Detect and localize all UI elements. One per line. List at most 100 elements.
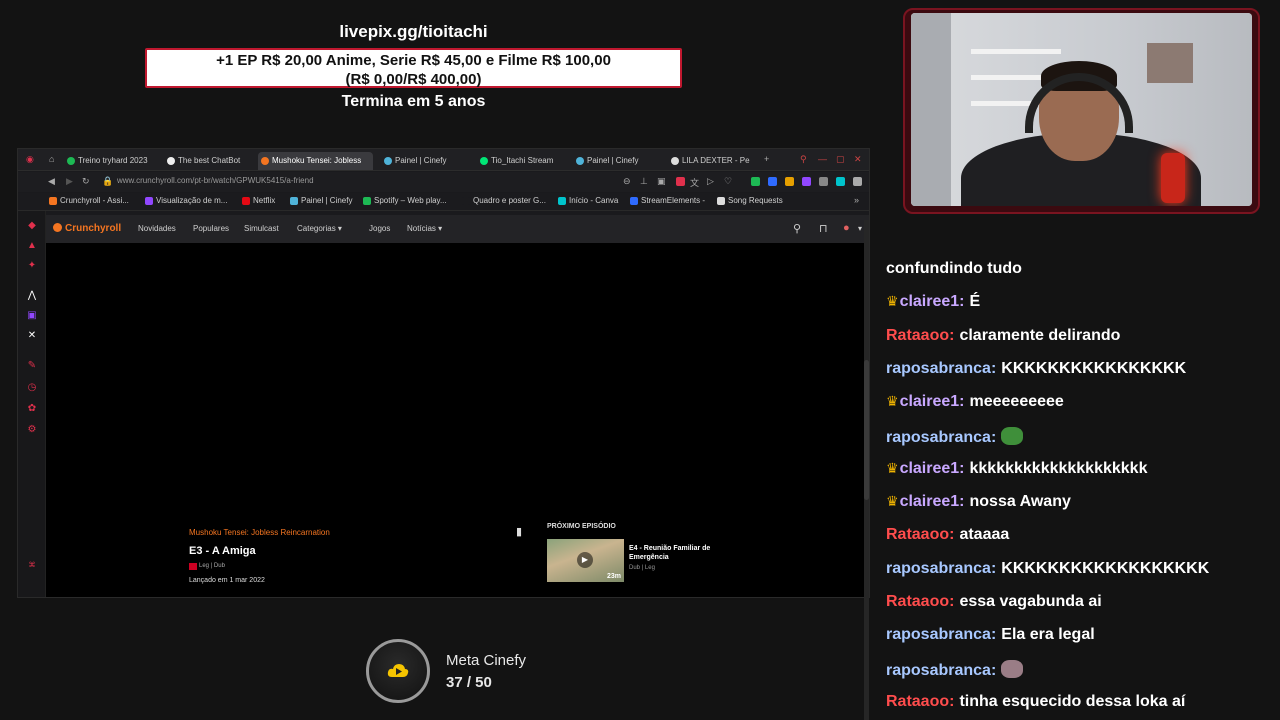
chat-username[interactable]: clairee1: [900, 293, 965, 310]
play-icon[interactable]: ▷ [707, 176, 714, 187]
tab-label: The best ChatBot [178, 156, 241, 165]
minimize-icon[interactable]: — [818, 154, 827, 164]
tab-favicon-icon [671, 157, 679, 165]
extension-icon[interactable] [853, 177, 862, 186]
video-player[interactable] [46, 243, 869, 597]
bookmark-item[interactable]: Song Requests [717, 196, 783, 205]
sidebar-icon[interactable]: ⋀ [27, 291, 37, 301]
clock-icon[interactable]: ◷ [27, 383, 37, 393]
x-icon[interactable]: ✕ [27, 331, 37, 341]
chat-username[interactable]: clairee1: [900, 493, 965, 510]
chat-username[interactable]: clairee1: [900, 393, 965, 410]
chat-username[interactable]: Rataaoo: [886, 526, 954, 543]
next-episode-thumbnail[interactable]: ▶ 23m [547, 539, 624, 582]
chat-username[interactable]: raposabranca: [886, 662, 996, 679]
sidebar-icon[interactable]: ⚙ [27, 425, 37, 435]
watchlist-icon[interactable]: ⊓ [819, 222, 828, 235]
extension-icon[interactable] [836, 177, 845, 186]
bookmark-item[interactable]: Netflix [242, 196, 275, 205]
bookmark-icon[interactable]: ▮ [516, 525, 522, 538]
next-episode-label: PRÓXIMO EPISÓDIO [547, 523, 616, 530]
bookmark-item[interactable]: StreamElements - [630, 196, 705, 205]
chat-message: confundindo tudo [886, 260, 1022, 278]
chat-text: kkkkkkkkkkkkkkkkkkkk [969, 460, 1148, 477]
chat-scrollbar[interactable] [864, 220, 869, 720]
extension-icon[interactable] [768, 177, 777, 186]
sidebar-icon[interactable]: ✎ [27, 361, 37, 371]
nav-noticias[interactable]: Notícias ▾ [407, 224, 442, 233]
pin-icon[interactable]: ⊥ [640, 176, 648, 187]
browser-tab[interactable]: Mushoku Tensei: Jobless [258, 152, 373, 170]
chat-username[interactable]: Rataaoo: [886, 693, 954, 710]
nav-jogos[interactable]: Jogos [369, 224, 390, 233]
next-episode-title[interactable]: E4 - Reunião Familiar de Emergência [629, 544, 729, 562]
bookmark-favicon-icon [242, 197, 250, 205]
sidebar-icon[interactable]: ▲ [27, 241, 37, 251]
bookmark-item[interactable]: Início - Canva [558, 196, 618, 205]
chevron-down-icon[interactable]: ▾ [858, 224, 862, 233]
bookmark-item[interactable]: Quadro e poster G... [462, 196, 546, 205]
crunchyroll-logo[interactable]: Crunchyroll [53, 223, 121, 234]
extension-icon[interactable] [676, 177, 685, 186]
translate-icon[interactable]: 文 [690, 176, 699, 189]
chat-text: ataaaa [959, 526, 1010, 543]
avatar[interactable]: ● [843, 222, 850, 234]
scroll-thumb[interactable] [864, 360, 869, 500]
goal-expiry: Termina em 5 anos [341, 93, 486, 110]
chat-username[interactable]: clairee1: [900, 460, 965, 477]
url-field[interactable]: www.crunchyroll.com/pt-br/watch/GPWUK541… [117, 176, 314, 185]
new-tab-icon[interactable]: + [764, 154, 769, 164]
nav-novidades[interactable]: Novidades [138, 224, 176, 233]
search-icon[interactable]: ⚲ [793, 222, 801, 235]
extension-icon[interactable] [751, 177, 760, 186]
twitch-icon[interactable]: ▣ [27, 311, 37, 321]
extension-icon[interactable] [785, 177, 794, 186]
sidebar-icon[interactable]: ✿ [27, 404, 37, 414]
maximize-icon[interactable]: ▢ [836, 154, 845, 165]
zoom-icon[interactable]: ⊖ [623, 176, 631, 187]
browser-tab[interactable]: Treino tryhard 2023 [64, 152, 154, 170]
sidebar-icon[interactable]: ⌘ [27, 561, 37, 571]
chat-username[interactable]: Rataaoo: [886, 327, 954, 344]
more-bookmarks-icon[interactable]: » [854, 195, 859, 205]
chat-message: Rataaoo: tinha esquecido dessa loka aí [886, 693, 1185, 711]
search-tabs-icon[interactable]: ⚲ [800, 154, 807, 165]
chat-username[interactable]: Rataaoo: [886, 593, 954, 610]
browser-tab[interactable]: LILA DEXTER - Pe [668, 152, 758, 170]
chat-username[interactable]: raposabranca: [886, 560, 996, 577]
nav-categorias[interactable]: Categorias ▾ [297, 224, 342, 233]
rating-badge [189, 563, 197, 570]
gamepad-icon[interactable]: ⌂ [49, 154, 54, 164]
nav-simulcast[interactable]: Simulcast [244, 224, 279, 233]
bookmark-item[interactable]: Crunchyroll - Assi... [49, 196, 129, 205]
chat-username[interactable]: raposabranca: [886, 626, 996, 643]
bookmark-item[interactable]: Painel | Cinefy [290, 196, 352, 205]
chat-text: claramente delirando [959, 327, 1121, 344]
bookmark-favicon-icon [717, 197, 725, 205]
sidebar-icon[interactable]: ◆ [27, 221, 37, 231]
bookmark-item[interactable]: Spotify – Web play... [363, 196, 447, 205]
nav-populares[interactable]: Populares [193, 224, 229, 233]
browser-tab[interactable]: Painel | Cinefy [573, 152, 663, 170]
reload-icon[interactable]: ↻ [82, 176, 90, 187]
browser-menu-icon[interactable]: ◉ [26, 154, 34, 165]
series-link[interactable]: Mushoku Tensei: Jobless Reincarnation [189, 528, 330, 537]
extension-icon[interactable] [802, 177, 811, 186]
sidebar-icon[interactable]: ✦ [27, 261, 37, 271]
browser-tab[interactable]: Tio_Itachi Stream [477, 152, 567, 170]
extension-icon[interactable] [819, 177, 828, 186]
browser-tab[interactable]: Painel | Cinefy [381, 152, 471, 170]
screenshot-icon[interactable]: ▣ [657, 176, 666, 187]
heart-icon[interactable]: ♡ [724, 176, 732, 187]
chat-username[interactable]: raposabranca: [886, 429, 996, 446]
chat-username[interactable]: raposabranca: [886, 360, 996, 377]
close-icon[interactable]: ✕ [854, 154, 862, 165]
bookmark-item[interactable]: Visualização de m... [145, 196, 227, 205]
chat-text: nossa Awany [969, 493, 1071, 510]
forward-icon[interactable]: ▶ [66, 176, 73, 187]
back-icon[interactable]: ◀ [48, 176, 55, 187]
bookmark-favicon-icon [630, 197, 638, 205]
episode-tags-text: Leg | Dub [199, 563, 225, 569]
browser-tab[interactable]: The best ChatBot [164, 152, 254, 170]
tab-label: Tio_Itachi Stream [491, 156, 554, 165]
